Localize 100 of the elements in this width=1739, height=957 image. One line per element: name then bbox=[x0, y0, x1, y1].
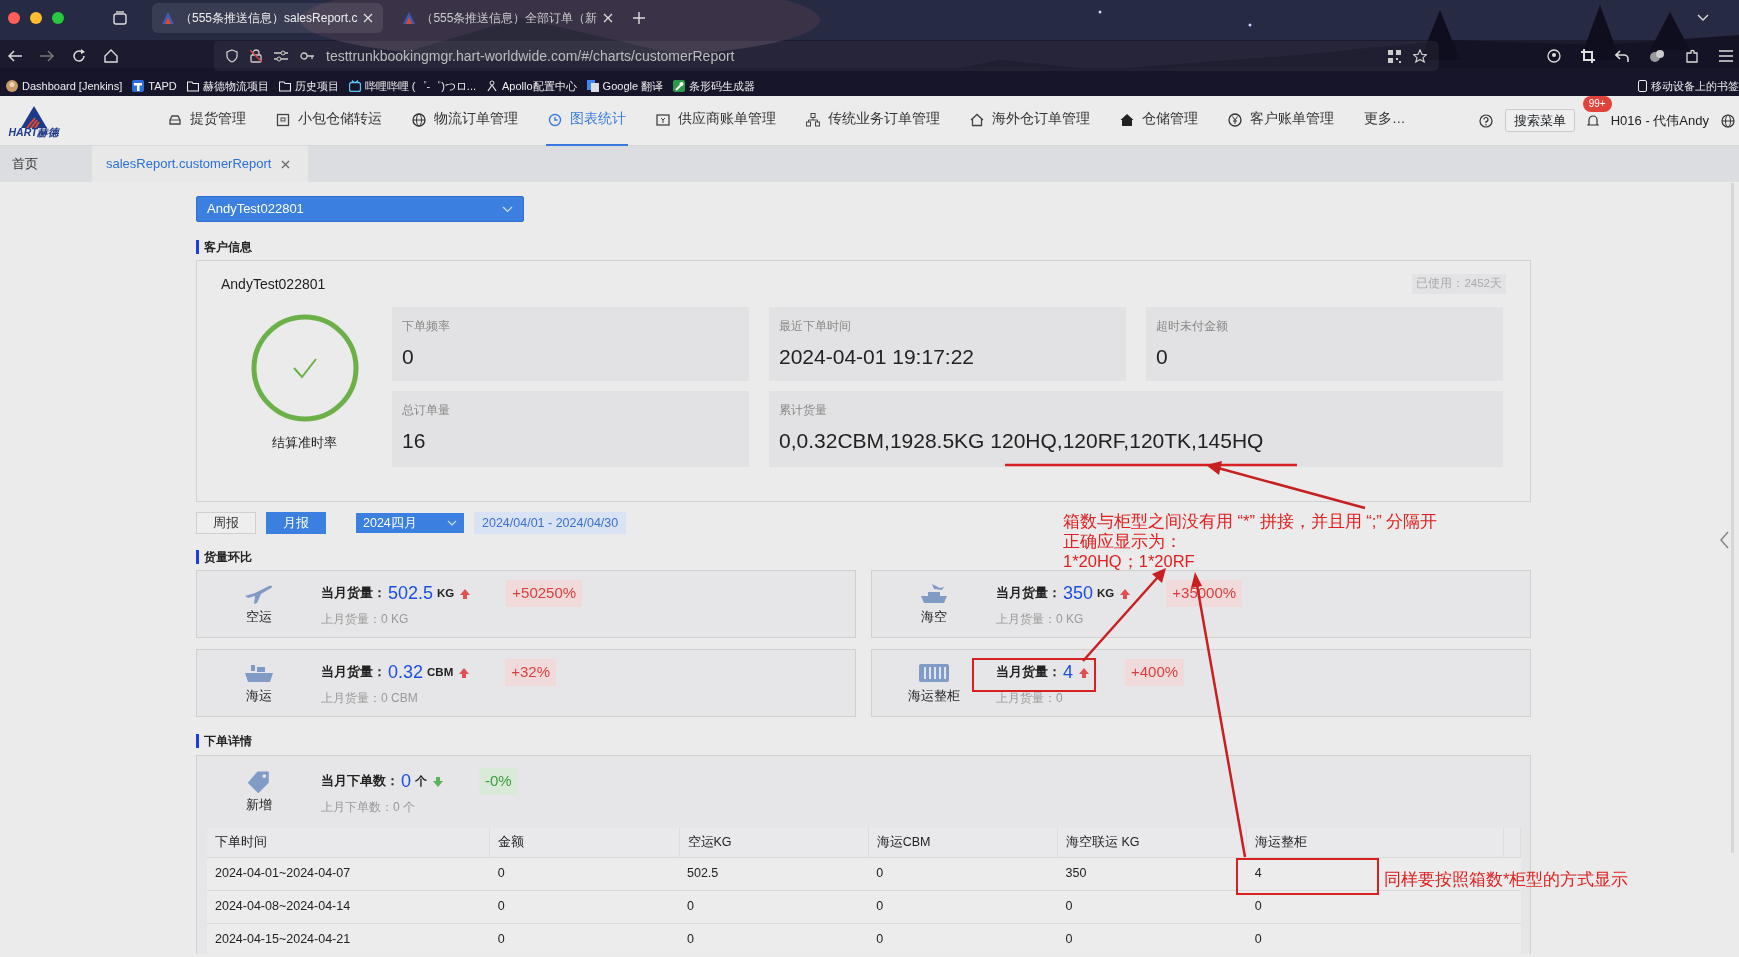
customer-select[interactable]: AndyTest022801 bbox=[196, 196, 524, 222]
bookmark-link[interactable]: 哔哩哔哩 (゜-゜)つロ... bbox=[348, 77, 477, 95]
rate-label: 结算准时率 bbox=[272, 434, 337, 452]
back-icon[interactable] bbox=[8, 50, 22, 62]
bookmark-link[interactable]: 赫德物流项目 bbox=[186, 77, 269, 95]
nav-tab[interactable]: 仓储管理 bbox=[1118, 95, 1200, 146]
period-button[interactable]: 周报 bbox=[196, 512, 256, 534]
page-tab[interactable]: 首页 bbox=[0, 146, 50, 182]
site-logo-icon bbox=[162, 12, 174, 24]
browser-tab[interactable]: （555条推送信息）salesReport.c bbox=[152, 3, 384, 33]
change-percent: +50250% bbox=[506, 580, 583, 607]
current-label: 当月货量： bbox=[321, 585, 386, 603]
annotation-note: 箱数与柜型之间没有用 “*” 拼接，并且用 “;” 分隔开 正确应显示为： 1*20HQ；1*20RF bbox=[1063, 511, 1438, 571]
table-cell: 0 bbox=[1057, 890, 1247, 923]
menu-icon[interactable] bbox=[1719, 50, 1733, 62]
qr-code-icon[interactable] bbox=[1388, 49, 1401, 63]
nav-tab[interactable]: 小包仓储转运 bbox=[274, 95, 384, 146]
nav-tab[interactable]: 提货管理 bbox=[166, 95, 248, 146]
bell-icon[interactable] bbox=[1586, 113, 1599, 128]
table-cell: 0 bbox=[679, 890, 869, 923]
stat-value: 0,0.32CBM,1928.5KG 120HQ,120RF,120TK,145HQ bbox=[779, 428, 1265, 454]
stat-value: 16 bbox=[402, 428, 427, 454]
previous-value: 上月货量：0 KG bbox=[996, 611, 1085, 628]
check-circle-icon bbox=[249, 313, 360, 423]
table-cell: 0 bbox=[679, 923, 869, 954]
current-value: 0.32 bbox=[388, 661, 424, 684]
date-range: 2024/04/01 - 2024/04/30 bbox=[474, 511, 627, 535]
bookmark-link[interactable]: 移动设备上的书签 bbox=[1638, 77, 1739, 95]
bookmark-link[interactable]: TAPD bbox=[132, 77, 177, 95]
extension-sphere-icon[interactable] bbox=[1649, 49, 1665, 63]
nav-tab[interactable]: 更多… bbox=[1362, 95, 1408, 146]
close-icon[interactable] bbox=[281, 159, 291, 169]
tv-icon bbox=[348, 80, 361, 92]
table-cell: 2024-04-01~2024-04-07 bbox=[207, 857, 490, 890]
stat-label: 累计货量 bbox=[779, 402, 828, 419]
home-icon[interactable] bbox=[104, 49, 118, 63]
account-icon[interactable] bbox=[1547, 49, 1561, 63]
section-title: 客户信息 bbox=[196, 240, 1531, 254]
change-percent: +400% bbox=[1125, 659, 1185, 686]
bookmark-link[interactable]: 历史项目 bbox=[278, 77, 339, 95]
hierarchy-icon bbox=[806, 112, 820, 127]
table-cell: 0 bbox=[1246, 890, 1504, 923]
user-name[interactable]: H016 - 代伟Andy bbox=[1610, 110, 1709, 131]
shield-icon[interactable] bbox=[226, 49, 238, 63]
stat-label: 下单频率 bbox=[402, 318, 451, 335]
app-icon bbox=[132, 80, 145, 92]
forward-icon[interactable] bbox=[40, 50, 54, 62]
nav-tab[interactable]: 物流订单管理 bbox=[410, 95, 520, 146]
current-value: 0 bbox=[401, 770, 411, 793]
reload-icon[interactable] bbox=[72, 49, 86, 63]
bookmark-link[interactable]: Google 翻译 bbox=[586, 77, 664, 95]
stat-label: 最近下单时间 bbox=[779, 318, 852, 335]
lock-icon[interactable] bbox=[250, 49, 262, 63]
stat-label: 超时未付金额 bbox=[1156, 318, 1229, 335]
car-icon bbox=[168, 112, 182, 127]
nav-tab[interactable]: 传统业务订单管理 bbox=[804, 95, 942, 146]
key-icon[interactable] bbox=[300, 51, 314, 61]
nav-tab[interactable]: 海外仓订单管理 bbox=[968, 95, 1092, 146]
unit-label: KG bbox=[1097, 585, 1115, 601]
section-title: 下单详情 bbox=[196, 734, 1531, 748]
table-cell: 2024-04-08~2024-04-14 bbox=[207, 890, 490, 923]
current-label: 当月下单数： bbox=[321, 773, 399, 791]
star-icon[interactable] bbox=[1413, 49, 1427, 63]
bookmark-link[interactable]: 条形码生成器 bbox=[673, 77, 756, 95]
ship-plane-icon bbox=[918, 581, 950, 606]
nav-tab[interactable]: 供应商账单管理 bbox=[654, 95, 778, 146]
tab-list-icon[interactable] bbox=[112, 10, 128, 26]
category-label: 海运 bbox=[246, 687, 272, 705]
bookmark-link[interactable]: Dashboard [Jenkins] bbox=[6, 77, 123, 95]
column-header: 海运CBM bbox=[868, 828, 1058, 857]
new-tab-icon[interactable] bbox=[633, 12, 646, 24]
previous-value: 上月货量：0 KG bbox=[321, 611, 410, 628]
table-cell: 0 bbox=[1246, 923, 1504, 954]
search-menu-button[interactable]: 搜索菜单 bbox=[1504, 108, 1575, 133]
chevron-down-icon[interactable] bbox=[1697, 14, 1709, 22]
chevron-down-icon bbox=[447, 520, 457, 526]
folder-icon bbox=[186, 80, 199, 92]
extensions-icon[interactable] bbox=[1685, 49, 1699, 63]
permissions-icon[interactable] bbox=[274, 50, 288, 62]
previous-value: 上月下单数：0 个 bbox=[321, 799, 416, 816]
globe-icon bbox=[412, 112, 426, 127]
table-cell: 0 bbox=[1057, 923, 1247, 954]
undo-icon[interactable] bbox=[1615, 50, 1629, 62]
logo-caption: HART赫德 bbox=[8, 127, 60, 136]
previous-value: 上月货量：0 CBM bbox=[321, 690, 419, 707]
chevron-left-icon[interactable] bbox=[1720, 531, 1729, 549]
clock-icon bbox=[548, 112, 562, 127]
table-cell: 0 bbox=[868, 890, 1058, 923]
node-icon bbox=[486, 80, 499, 92]
change-percent: +32% bbox=[505, 659, 557, 686]
page-tab[interactable]: salesReport.customerReport bbox=[92, 146, 309, 182]
nav-tab[interactable]: 客户账单管理 bbox=[1226, 95, 1336, 146]
period-button[interactable]: 月报 bbox=[266, 512, 326, 534]
bookmark-link[interactable]: Apollo配置中心 bbox=[486, 77, 577, 95]
month-select[interactable]: 2024四月 bbox=[356, 513, 464, 533]
help-icon[interactable] bbox=[1478, 113, 1493, 128]
crop-icon[interactable] bbox=[1581, 49, 1595, 63]
globe-icon[interactable] bbox=[1721, 113, 1735, 128]
current-value: 4 bbox=[1063, 661, 1073, 684]
change-percent: -0% bbox=[479, 768, 518, 795]
